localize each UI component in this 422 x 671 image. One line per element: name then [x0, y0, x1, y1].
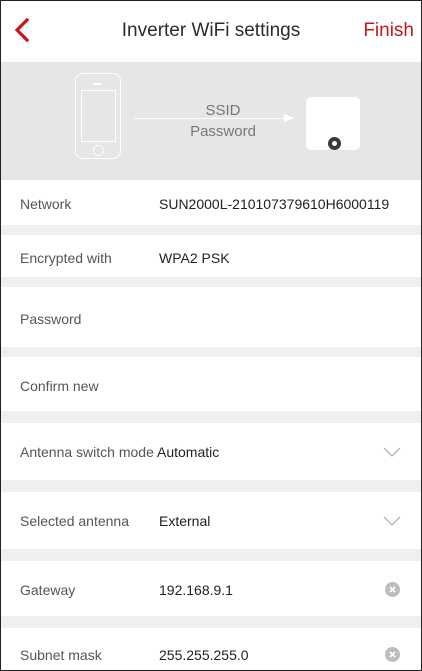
network-label: Network — [20, 196, 72, 212]
divider — [1, 411, 421, 423]
ssid-label: SSID — [205, 102, 241, 119]
top-bar: Inverter WiFi settings Finish — [1, 1, 421, 62]
gateway-row[interactable]: Gateway 192.168.9.1 — [1, 561, 421, 616]
app-window: Inverter WiFi settings Finish SSID Passw… — [0, 0, 422, 671]
arrow-right-icon — [284, 114, 294, 122]
divider — [1, 277, 421, 287]
subnet-label: Subnet mask — [20, 647, 102, 663]
selected-antenna-select[interactable]: External — [159, 513, 210, 529]
divider — [1, 225, 421, 235]
network-value: SUN2000L-210107379610H6000119 — [159, 196, 390, 212]
divider — [1, 549, 421, 561]
selected-antenna-row[interactable]: Selected antenna External — [1, 492, 421, 549]
subnet-input[interactable]: 255.255.255.0 — [159, 647, 249, 663]
encryption-value: WPA2 PSK — [159, 250, 230, 266]
finish-button[interactable]: Finish — [363, 20, 414, 42]
antenna-mode-label: Antenna switch mode — [20, 444, 154, 460]
network-row: Network SUN2000L-210107379610H6000119 — [1, 180, 421, 225]
password-field-label: Password — [20, 311, 82, 327]
divider — [1, 616, 421, 628]
gateway-label: Gateway — [20, 582, 76, 598]
page-title: Inverter WiFi settings — [121, 20, 301, 41]
confirm-field-label: Confirm new — [20, 378, 99, 394]
password-label: Password — [190, 123, 256, 140]
chevron-down-icon[interactable] — [383, 447, 401, 457]
phone-icon — [75, 73, 121, 159]
chevron-down-icon[interactable] — [383, 516, 401, 526]
antenna-mode-row[interactable]: Antenna switch mode Automatic — [1, 423, 421, 480]
gateway-input[interactable]: 192.168.9.1 — [159, 582, 233, 598]
divider — [1, 347, 421, 357]
encryption-row: Encrypted with WPA2 PSK — [1, 235, 421, 277]
connection-illustration: SSID Password — [1, 62, 421, 180]
confirm-row[interactable]: Confirm new — [1, 357, 421, 411]
password-row[interactable]: Password — [1, 287, 421, 347]
subnet-row[interactable]: Subnet mask 255.255.255.0 — [1, 628, 421, 670]
clear-icon[interactable] — [385, 647, 400, 662]
selected-antenna-label: Selected antenna — [20, 513, 129, 529]
inverter-icon — [306, 97, 360, 150]
divider — [1, 480, 421, 492]
encryption-label: Encrypted with — [20, 250, 112, 266]
clear-icon[interactable] — [385, 582, 400, 597]
antenna-mode-select[interactable]: Automatic — [157, 444, 219, 460]
